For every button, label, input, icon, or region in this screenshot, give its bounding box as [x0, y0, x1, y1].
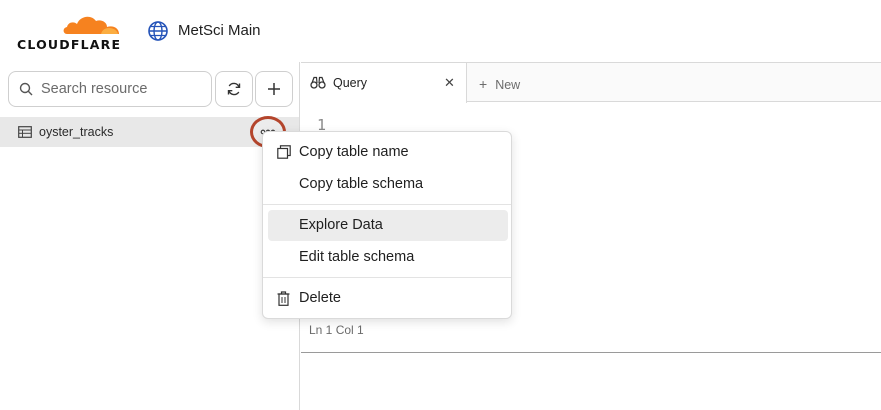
- menu-item-copy-table-schema[interactable]: Copy table schema: [268, 169, 508, 200]
- cloudflare-logo[interactable]: CLOUDFLARE: [17, 10, 125, 52]
- menu-item-edit-table-schema[interactable]: Edit table schema: [268, 242, 508, 273]
- search-box[interactable]: [8, 71, 212, 107]
- table-icon: [18, 126, 32, 138]
- tab-strip: Query ✕ + New: [301, 62, 881, 103]
- tab-query-label: Query: [333, 76, 368, 90]
- refresh-icon: [227, 82, 241, 96]
- plus-icon: +: [479, 76, 488, 92]
- menu-item-copy-table-name[interactable]: Copy table name: [268, 137, 508, 168]
- top-bar: CLOUDFLARE MetSci Main: [0, 0, 881, 62]
- add-resource-button[interactable]: [255, 71, 293, 107]
- cursor-position-status: Ln 1 Col 1: [309, 323, 364, 337]
- plus-icon: [268, 83, 280, 95]
- new-tab-label: New: [495, 78, 521, 92]
- trash-icon: [277, 291, 290, 306]
- tab-query[interactable]: Query ✕: [301, 63, 467, 103]
- binoculars-icon: [310, 76, 326, 89]
- account-name[interactable]: MetSci Main: [178, 22, 261, 39]
- menu-item-explore-data[interactable]: Explore Data: [268, 210, 508, 241]
- menu-separator: [263, 277, 511, 278]
- search-icon: [19, 82, 33, 96]
- new-tab-button[interactable]: + New: [479, 76, 520, 92]
- table-item-label: oyster_tracks: [39, 125, 114, 139]
- results-divider[interactable]: [301, 352, 881, 353]
- search-input[interactable]: [41, 79, 205, 99]
- refresh-button[interactable]: [215, 71, 253, 107]
- brand-wordmark: CLOUDFLARE: [17, 37, 122, 52]
- menu-item-label: Explore Data: [299, 217, 383, 233]
- menu-item-label: Delete: [299, 290, 341, 306]
- menu-separator: [263, 204, 511, 205]
- copy-icon: [277, 145, 291, 159]
- menu-item-delete[interactable]: Delete: [268, 283, 508, 314]
- table-context-menu: Copy table name Copy table schema Explor…: [262, 131, 512, 319]
- globe-icon: [148, 21, 168, 41]
- close-tab-icon[interactable]: ✕: [444, 75, 455, 91]
- menu-item-label: Copy table schema: [299, 176, 424, 192]
- menu-item-label: Edit table schema: [299, 249, 415, 265]
- resource-sidebar: oyster_tracks: [0, 62, 300, 410]
- menu-item-label: Copy table name: [299, 144, 409, 160]
- cloud-icon: [63, 16, 119, 34]
